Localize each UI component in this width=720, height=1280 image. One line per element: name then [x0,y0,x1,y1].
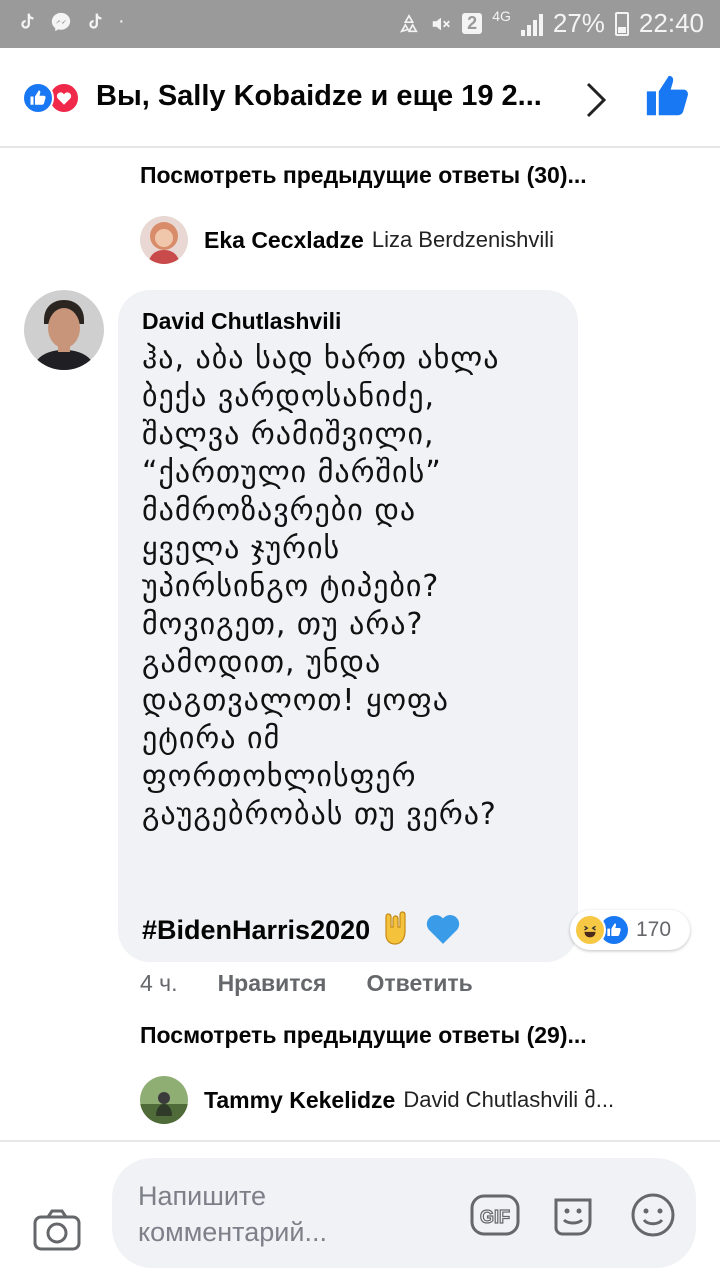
tiktok-icon [21,13,34,29]
comment-composer: Напишите комментарий... GIF [0,1140,720,1280]
reply-comment-button[interactable]: Ответить [366,970,472,997]
rock-hand-icon [382,910,412,951]
reply-author[interactable]: Tammy Kekelidze [204,1087,395,1114]
reply-author[interactable]: Eka Cecxladze [204,227,364,254]
reply-snippet: Liza Berdzenishvili [371,227,555,252]
see-previous-replies-top[interactable]: Посмотреть предыдущие ответы (30)... [140,162,587,189]
gif-button[interactable]: GIF [470,1194,520,1241]
like-reaction-icon [22,82,54,114]
recycle-icon [400,13,418,33]
like-comment-button[interactable]: Нравится [218,970,327,997]
like-post-button[interactable] [644,74,690,123]
avatar[interactable] [24,290,104,370]
status-bar: · 2 4G 27% 22:40 [0,0,720,48]
haha-reaction-icon [574,914,606,946]
hashtag-link[interactable]: #BidenHarris2020 [142,915,370,946]
comment-actions: 4 ч. Нравится Ответить [140,970,513,997]
sim-badge: 2 [462,13,483,34]
see-previous-replies-bottom[interactable]: Посмотреть предыдущие ответы (29)... [140,1022,587,1049]
battery-icon [614,11,629,36]
more-notifications-dot: · [118,10,125,32]
comment-bubble[interactable]: David Chutlashvili ჰა, აბა სად ხართ ახლა… [118,290,578,962]
messenger-icon [51,12,71,31]
blue-heart-icon [424,910,462,951]
comment-timestamp[interactable]: 4 ч. [140,970,178,997]
avatar[interactable] [140,1076,188,1124]
comment-text: ჰა, აბა სად ხართ ახლა ბექა ვარდოსანიძე, … [142,341,500,832]
emoji-icon[interactable] [630,1192,676,1243]
comment-reactions[interactable]: 170 [570,910,690,950]
clock: 22:40 [638,8,704,38]
gif-label: GIF [480,1207,510,1227]
hashtag-row: #BidenHarris2020 [142,910,462,951]
comment-author[interactable]: David Chutlashvili [142,308,341,335]
reply-preview-bottom[interactable]: Tammy Kekelidze David Chutlashvili მ... [140,1076,614,1124]
reply-snippet: David Chutlashvili მ... [403,1087,615,1112]
reaction-icons [22,82,80,114]
sticker-icon[interactable] [550,1192,596,1243]
comment-placeholder[interactable]: Напишите комментарий... [138,1178,388,1250]
chevron-right-icon[interactable] [584,80,608,129]
tiktok-icon [89,13,102,29]
reaction-count: 170 [636,918,672,941]
avatar[interactable] [140,216,188,264]
mute-icon [432,17,451,30]
battery-percent: 27% [552,8,605,38]
comment-input[interactable]: Напишите комментарий... GIF [112,1158,696,1268]
signal-icon [520,12,543,36]
camera-icon[interactable] [32,1208,82,1257]
reply-preview-top[interactable]: Eka Cecxladze Liza Berdzenishvili [140,216,554,264]
network-type: 4G [492,7,511,24]
reactions-summary[interactable]: Вы, Sally Kobaidze и еще 19 2... [96,80,542,113]
